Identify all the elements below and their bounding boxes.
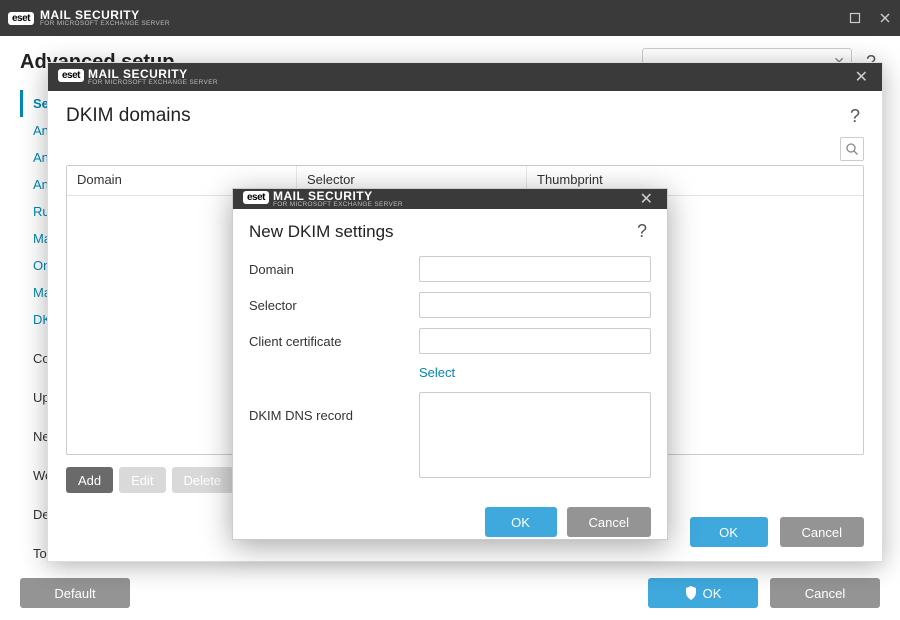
search-icon[interactable] [840,137,864,161]
select-cert-link[interactable]: Select [419,365,455,380]
cert-field[interactable] [419,328,651,354]
ok-label: OK [703,586,722,601]
dialog-title: DKIM domains [66,105,846,127]
edit-button: Edit [119,467,165,493]
brand-logo: eset MAIL SECURITY FOR MICROSOFT EXCHANG… [8,9,848,28]
dialog-titlebar: eset MAIL SECURITY FOR MICROSOFT EXCHANG… [233,189,667,209]
domain-label: Domain [249,262,419,277]
ok-button[interactable]: OK [648,578,758,608]
cancel-button[interactable]: Cancel [567,507,651,537]
brand-title: MAIL SECURITY [88,68,218,80]
window-close-icon[interactable] [878,11,892,25]
brand-logo: eset MAIL SECURITY FOR MICROSOFT EXCHANG… [243,190,636,209]
brand-subtitle: FOR MICROSOFT EXCHANGE SERVER [273,202,403,209]
delete-button: Delete [172,467,234,493]
selector-field[interactable] [419,292,651,318]
close-icon[interactable]: ✕ [636,189,657,209]
dns-record-field[interactable] [419,392,651,478]
dialog-title: New DKIM settings [249,222,633,242]
cancel-button[interactable]: Cancel [780,517,864,547]
brand-badge: eset [8,12,34,25]
ok-button[interactable]: OK [690,517,768,547]
shield-icon [685,586,697,600]
cancel-button[interactable]: Cancel [770,578,880,608]
brand-title: MAIL SECURITY [40,9,170,21]
domain-field[interactable] [419,256,651,282]
brand-title: MAIL SECURITY [273,190,403,202]
add-button[interactable]: Add [66,467,113,493]
dialog-titlebar: eset MAIL SECURITY FOR MICROSOFT EXCHANG… [48,63,882,91]
selector-label: Selector [249,298,419,313]
help-icon[interactable]: ? [633,221,651,242]
brand-logo: eset MAIL SECURITY FOR MICROSOFT EXCHANG… [58,68,851,87]
main-titlebar: eset MAIL SECURITY FOR MICROSOFT EXCHANG… [0,0,900,36]
cert-label: Client certificate [249,334,419,349]
brand-badge: eset [243,191,269,204]
brand-subtitle: FOR MICROSOFT EXCHANGE SERVER [40,21,170,28]
dns-record-label: DKIM DNS record [249,392,419,423]
help-icon[interactable]: ? [846,106,864,127]
ok-button[interactable]: OK [485,507,557,537]
window-maximize-icon[interactable] [848,11,862,25]
new-dkim-settings-dialog: eset MAIL SECURITY FOR MICROSOFT EXCHANG… [232,188,668,540]
brand-badge: eset [58,69,84,82]
close-icon[interactable]: ✕ [851,67,872,87]
brand-subtitle: FOR MICROSOFT EXCHANGE SERVER [88,80,218,87]
default-button[interactable]: Default [20,578,130,608]
